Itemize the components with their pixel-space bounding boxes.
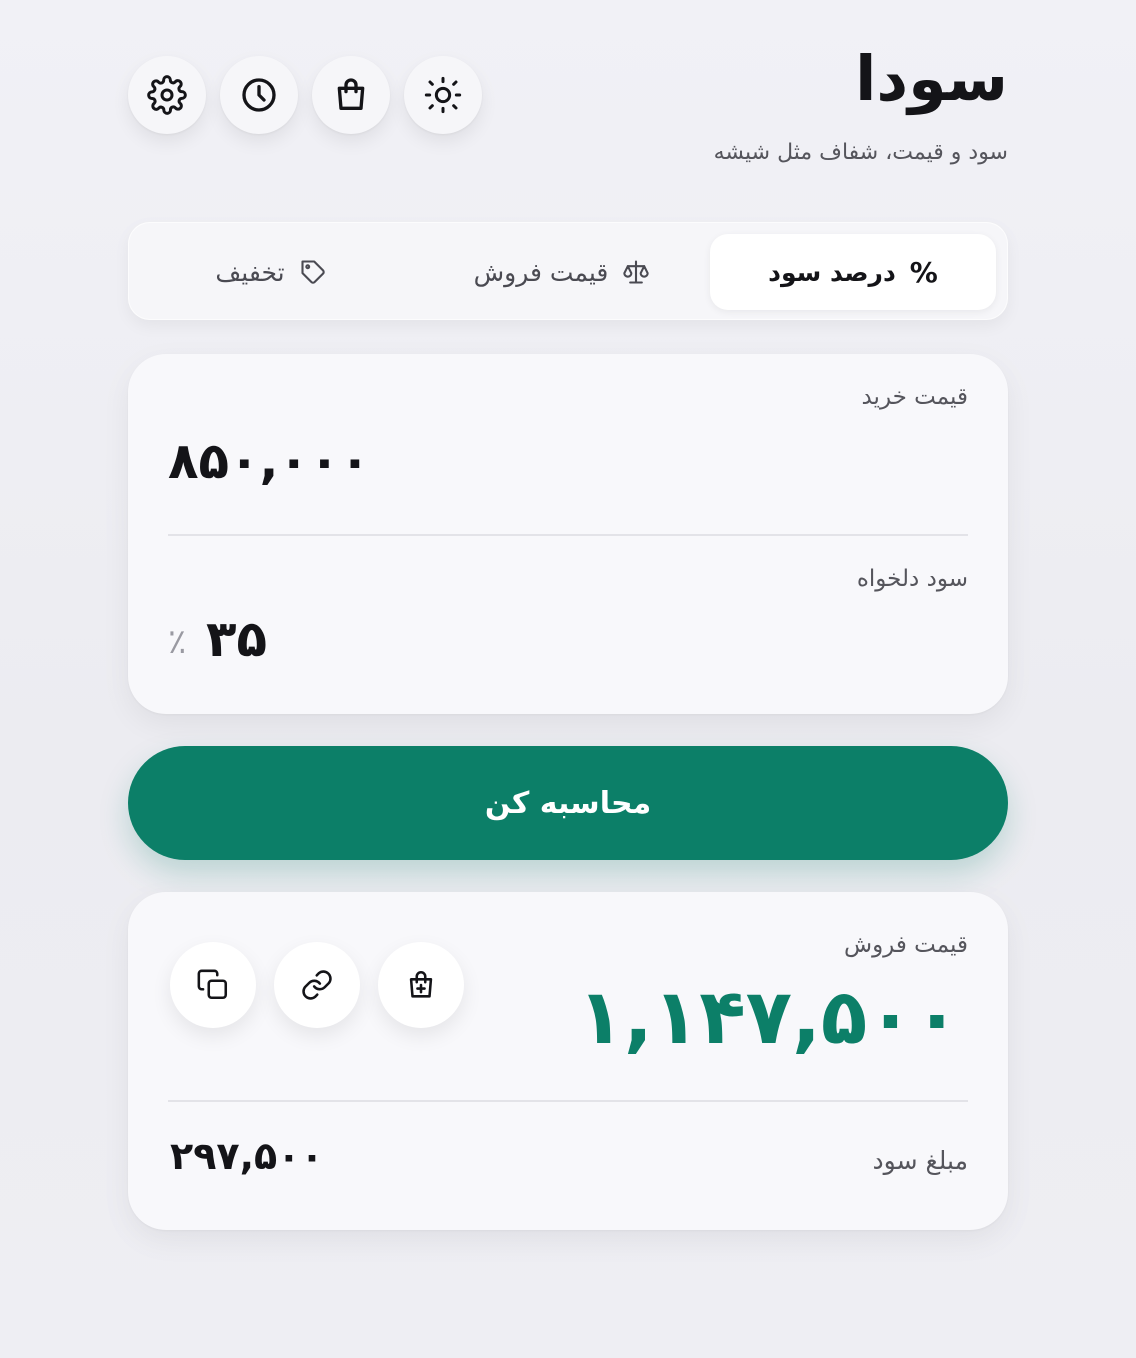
app-title: سودا — [855, 42, 1008, 115]
tab-label: درصد سود — [768, 257, 896, 287]
percent-unit: ٪ — [168, 622, 187, 662]
result-card: قیمت فروش مبلغ سود — [128, 892, 1008, 1230]
add-to-bag-button[interactable] — [378, 942, 464, 1028]
sun-icon — [424, 76, 462, 114]
tab-sale-price[interactable]: قیمت فروش — [419, 234, 705, 310]
desired-profit-input[interactable]: ۳۵ — [206, 610, 267, 668]
shop-button[interactable] — [312, 56, 390, 134]
header-toolbar — [128, 56, 482, 134]
tab-label: تخفیف — [215, 257, 285, 287]
link-icon — [302, 970, 332, 1000]
settings-icon — [147, 75, 187, 115]
add-to-bag-icon — [409, 970, 433, 998]
mode-tabs: % درصد سود قیمت فروش تخفیف — [128, 222, 1008, 320]
settings-button[interactable] — [128, 56, 206, 134]
shopping-bag-icon — [337, 78, 365, 111]
purchase-price-label: قیمت خرید — [861, 384, 968, 410]
percent-icon: % — [909, 255, 938, 289]
share-link-button[interactable] — [274, 942, 360, 1028]
sale-price-value: ۱,۱۴۷,۵۰۰ — [577, 972, 960, 1061]
copy-icon — [197, 969, 228, 1000]
divider — [168, 1100, 968, 1102]
copy-button[interactable] — [170, 942, 256, 1028]
app-subtitle: سود و قیمت، شفاف مثل شیشه — [713, 140, 1008, 165]
app-root: سودا سود و قیمت، شفاف مثل شیشه % درصد سو… — [128, 0, 1008, 1358]
input-card: قیمت خرید ۸۵۰,۰۰۰ سود دلخواه ٪ ۳۵ — [128, 354, 1008, 714]
header: سودا سود و قیمت، شفاف مثل شیشه — [128, 0, 1008, 200]
sale-price-label: قیمت فروش — [844, 932, 968, 958]
divider — [168, 534, 968, 536]
profit-amount-value: ۲۹۷,۵۰۰ — [170, 1134, 324, 1178]
desired-profit-label: سود دلخواه — [856, 566, 968, 592]
tag-icon — [301, 260, 325, 284]
tab-label: قیمت فروش — [473, 257, 609, 287]
tab-discount[interactable]: تخفیف — [128, 234, 414, 310]
history-button[interactable] — [220, 56, 298, 134]
calculate-button[interactable]: محاسبه کن — [128, 746, 1008, 860]
clock-icon — [242, 78, 276, 112]
tab-profit-percent[interactable]: % درصد سود — [710, 234, 996, 310]
profit-amount-label: مبلغ سود — [872, 1146, 968, 1175]
purchase-price-input[interactable]: ۸۵۰,۰۰۰ — [168, 432, 370, 490]
scale-icon — [623, 260, 650, 284]
theme-toggle-button[interactable] — [404, 56, 482, 134]
